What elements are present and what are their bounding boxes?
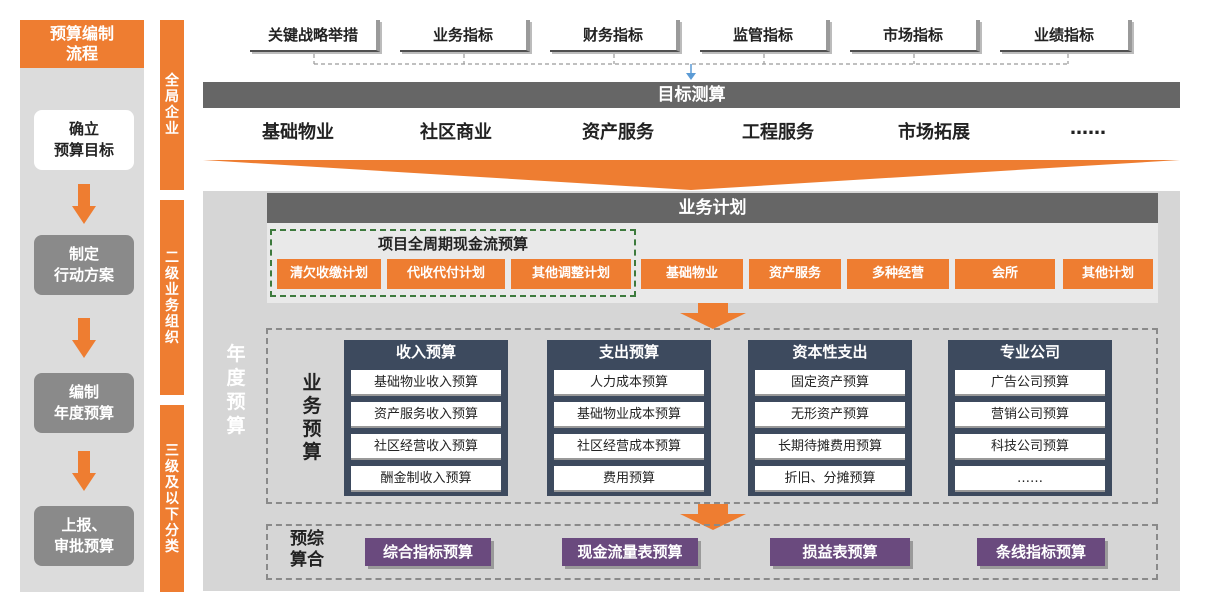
budget-item[interactable]: 长期待摊费用预算 xyxy=(755,434,905,460)
budget-item[interactable]: 基础物业收入预算 xyxy=(351,370,501,396)
budget-item[interactable]: 社区经营收入预算 xyxy=(351,434,501,460)
indicator-regulatory[interactable]: 监管指标 xyxy=(700,20,830,52)
target-item[interactable]: 工程服务 xyxy=(708,118,848,144)
level-bar-tertiary: 三级 及以 下分 类 xyxy=(160,405,184,592)
summary-item[interactable]: 现金流量表预算 xyxy=(562,538,698,566)
plan-item[interactable]: 其他调整计划 xyxy=(511,259,631,289)
budget-item[interactable]: 广告公司预算 xyxy=(955,370,1105,396)
budget-item[interactable]: 营销公司预算 xyxy=(955,402,1105,428)
plan-item[interactable]: 基础物业 xyxy=(641,259,743,289)
budget-item[interactable]: 折旧、分摊预算 xyxy=(755,466,905,492)
summary-item[interactable]: 综合指标预算 xyxy=(365,538,491,566)
down-arrow-icon xyxy=(72,318,96,358)
budget-item[interactable]: 社区经营成本预算 xyxy=(554,434,704,460)
indicator-strategic[interactable]: 关键战略举措 xyxy=(250,20,380,52)
flow-step-set-target[interactable]: 确立 预算目标 xyxy=(34,110,134,170)
indicator-financial[interactable]: 财务指标 xyxy=(550,20,680,52)
target-item[interactable]: 基础物业 xyxy=(228,118,368,144)
indicator-market[interactable]: 市场指标 xyxy=(850,20,980,52)
business-plan-title: 业务计划 xyxy=(267,193,1158,223)
level-bar-enterprise: 全局 企业 xyxy=(160,20,184,190)
budget-item: …… xyxy=(955,466,1105,492)
plan-item[interactable]: 多种经营 xyxy=(847,259,949,289)
budget-item[interactable]: 基础物业成本预算 xyxy=(554,402,704,428)
indicator-connector xyxy=(313,54,1069,80)
plan-item[interactable]: 资产服务 xyxy=(749,259,841,289)
indicator-business[interactable]: 业务指标 xyxy=(400,20,530,52)
budget-item[interactable]: 无形资产预算 xyxy=(755,402,905,428)
down-arrow-icon xyxy=(72,184,96,224)
target-item[interactable]: 资产服务 xyxy=(548,118,688,144)
down-arrow-icon xyxy=(72,451,96,491)
target-item[interactable]: 社区商业 xyxy=(386,118,526,144)
target-calc-title: 目标测算 xyxy=(203,82,1180,108)
business-budget-label: 业务 预算 xyxy=(302,372,322,463)
budget-item[interactable]: 固定资产预算 xyxy=(755,370,905,396)
flow-step-submit-approve[interactable]: 上报、 审批预算 xyxy=(34,506,134,566)
flow-title: 预算编制 流程 xyxy=(20,20,144,68)
column-title: 收入预算 xyxy=(395,343,456,361)
flow-step-annual-budget[interactable]: 编制 年度预算 xyxy=(34,373,134,433)
plan-item[interactable]: 代收代付计划 xyxy=(387,259,505,289)
annual-budget-label: 年度 预算 xyxy=(226,343,246,437)
summary-item[interactable]: 条线指标预算 xyxy=(977,538,1105,566)
target-item[interactable]: 市场拓展 xyxy=(864,118,1004,144)
level-bar-secondary: 二级 业务 组织 xyxy=(160,200,184,395)
budget-item[interactable]: 费用预算 xyxy=(554,466,704,492)
column-title: 专业公司 xyxy=(999,343,1060,361)
plan-item[interactable]: 会所 xyxy=(955,259,1055,289)
summary-item[interactable]: 损益表预算 xyxy=(770,538,910,566)
plan-item[interactable]: 其他计划 xyxy=(1063,259,1153,289)
budget-item[interactable]: 科技公司预算 xyxy=(955,434,1105,460)
cashflow-title: 项目全周期现金流预算 xyxy=(377,235,528,253)
plan-item[interactable]: 清欠收缴计划 xyxy=(277,259,381,289)
column-title: 支出预算 xyxy=(598,343,659,361)
budget-item[interactable]: 资产服务收入预算 xyxy=(351,402,501,428)
down-arrow-icon xyxy=(680,303,746,329)
funnel-arrow-icon xyxy=(203,160,1180,190)
flow-step-action-plan[interactable]: 制定 行动方案 xyxy=(34,235,134,295)
target-item: …… xyxy=(1070,118,1106,139)
column-title: 资本性支出 xyxy=(792,343,868,361)
budget-item[interactable]: 酬金制收入预算 xyxy=(351,466,501,492)
indicator-performance[interactable]: 业绩指标 xyxy=(1000,20,1132,52)
summary-budget-label: 预综 算合 xyxy=(290,529,324,570)
budget-item[interactable]: 人力成本预算 xyxy=(554,370,704,396)
